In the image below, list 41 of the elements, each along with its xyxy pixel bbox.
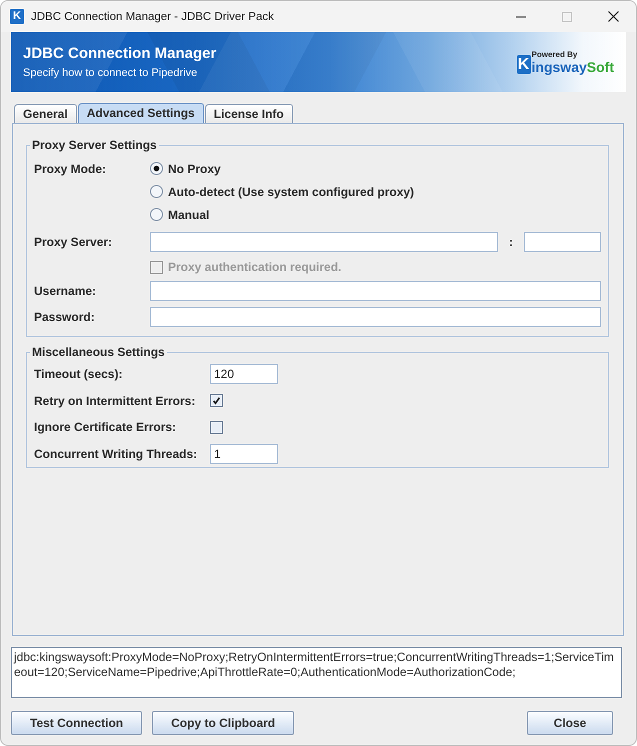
minimize-icon[interactable] xyxy=(516,16,526,18)
radio-label[interactable]: Auto-detect (Use system configured proxy) xyxy=(168,184,414,198)
copy-to-clipboard-button[interactable]: Copy to Clipboard xyxy=(152,711,294,735)
group-title: Miscellaneous Settings xyxy=(31,345,166,359)
tab[interactable]: General xyxy=(14,104,77,123)
close-icon[interactable] xyxy=(608,11,618,22)
field-label: Concurrent Writing Threads: xyxy=(34,446,198,462)
checkbox[interactable] xyxy=(210,394,223,407)
field-label: Password: xyxy=(34,309,96,326)
threads-field[interactable]: 1 xyxy=(210,444,278,464)
radio-button[interactable] xyxy=(150,185,163,198)
connection-string-field[interactable]: jdbc:kingswaysoft:ProxyMode=NoProxy;RetryOnIntermittentErrors=true;ConcurrentWritingThreads=1;ServiceTimeout=120;ServiceName=Pipedrive;ApiThrottleRate=0;AuthenticationMode=AuthorizationCode; xyxy=(11,647,622,698)
proxy-port-field[interactable] xyxy=(524,232,601,252)
checkbox[interactable] xyxy=(210,420,223,434)
field-label: Ignore Certificate Errors: xyxy=(34,419,178,436)
field-label: Username: xyxy=(34,283,98,300)
radio-label[interactable]: Manual xyxy=(168,208,210,222)
radio-button[interactable] xyxy=(150,162,163,175)
timeout-field[interactable]: 120 xyxy=(210,364,278,384)
test-connection-button[interactable]: Test Connection xyxy=(11,711,142,735)
radio-button[interactable] xyxy=(150,208,163,221)
port-separator: : xyxy=(509,235,513,249)
window-title: JDBC Connection Manager - JDBC Driver Pack xyxy=(31,10,274,22)
field-label: Proxy Server: xyxy=(34,234,114,251)
app-icon: K xyxy=(10,9,24,24)
tab[interactable]: Advanced Settings xyxy=(78,103,204,123)
radio-label[interactable]: No Proxy xyxy=(168,162,221,176)
logo-mark: K xyxy=(516,54,531,74)
password-field[interactable] xyxy=(150,307,601,327)
banner-title: JDBC Connection Manager xyxy=(23,45,216,63)
group-title: Proxy Server Settings xyxy=(31,138,158,152)
field-label: Timeout (secs): xyxy=(34,366,124,382)
logo-tagline: Powered By xyxy=(532,50,578,58)
tab[interactable]: License Info xyxy=(204,104,293,123)
field-label: Proxy Mode: xyxy=(34,160,108,178)
username-field[interactable] xyxy=(150,281,601,301)
field-label: Retry on Intermittent Errors: xyxy=(34,392,196,410)
close-button[interactable]: Close xyxy=(527,711,613,735)
proxy-server-field[interactable] xyxy=(150,232,498,252)
logo-wordmark: ingswaySoft xyxy=(532,58,614,74)
banner-subtitle: Specify how to connect to Pipedrive xyxy=(23,66,198,80)
